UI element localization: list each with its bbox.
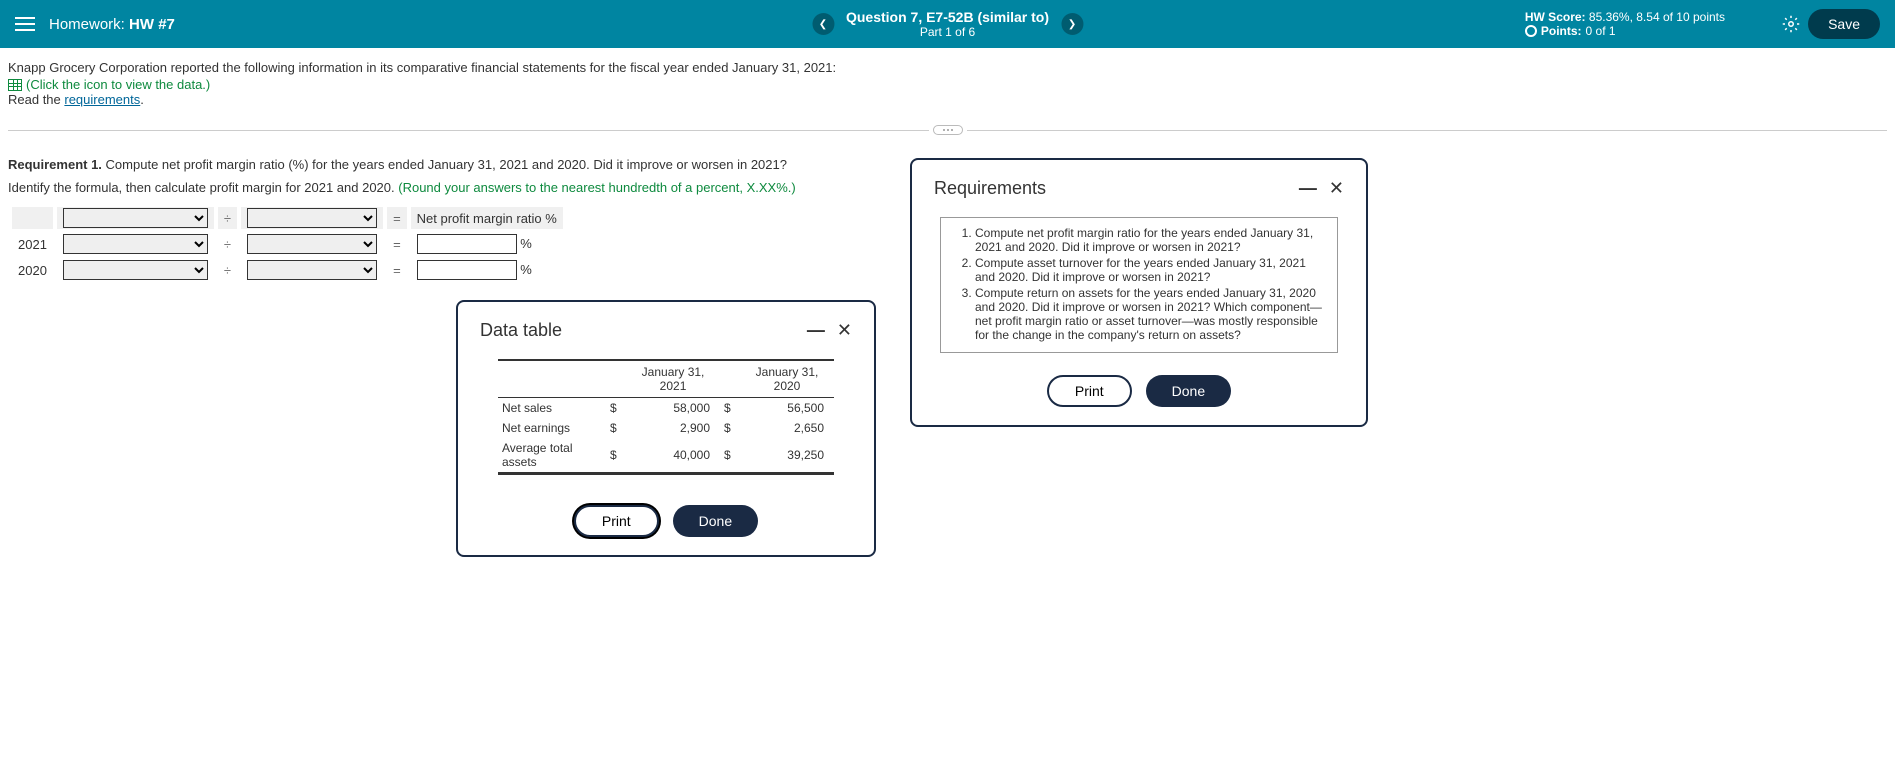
row-netsales: Net sales [498,398,606,419]
print-button[interactable]: Print [574,505,659,537]
req-item-3: Compute return on assets for the years e… [975,286,1327,342]
requirements-link[interactable]: requirements [64,92,140,107]
numerator-select[interactable] [63,208,208,228]
read-requirements-line: Read the requirements. [8,92,1887,107]
result-2021-input[interactable] [417,234,517,254]
denominator-select[interactable] [247,208,377,228]
question-title: Question 7, E7-52B (similar to) [846,9,1049,25]
expand-icon[interactable] [933,125,963,135]
numerator-2020-select[interactable] [63,260,208,280]
row-2020-label: 2020 [12,259,53,281]
next-question-button[interactable]: ❯ [1061,13,1083,35]
section-divider [8,125,1887,135]
close-icon[interactable]: ✕ [837,320,852,341]
col-2021-header: January 31, 2021 [626,361,720,398]
prev-question-button[interactable]: ❮ [812,13,834,35]
print-button[interactable]: Print [1047,375,1132,407]
question-part: Part 1 of 6 [846,25,1049,39]
homework-title: Homework: HW #7 [49,16,175,33]
question-nav: ❮ Question 7, E7-52B (similar to) Part 1… [812,9,1083,39]
row-2021-label: 2021 [12,233,53,255]
requirements-title: Requirements [934,178,1046,199]
save-button[interactable]: Save [1808,9,1880,39]
requirements-list: Compute net profit margin ratio for the … [940,217,1338,353]
problem-intro: Knapp Grocery Corporation reported the f… [8,60,1887,75]
score-info: HW Score: 85.36%, 8.54 of 10 points Poin… [1525,10,1725,38]
app-header: Homework: HW #7 ❮ Question 7, E7-52B (si… [0,0,1895,48]
row-avgassets: Average total assets [498,438,606,473]
minimize-icon[interactable]: — [1299,178,1315,199]
close-icon[interactable]: ✕ [1329,178,1344,199]
col-2020-header: January 31, 2020 [740,361,834,398]
data-table-title: Data table [480,320,562,341]
denominator-2020-select[interactable] [247,260,377,280]
done-button[interactable]: Done [1146,375,1231,407]
grid-icon [8,79,22,91]
formula-table: ÷ = Net profit margin ratio % 2021 ÷ = %… [8,203,567,285]
data-table-popup: Data table — ✕ January 31, 2021 January … [456,300,876,557]
gear-icon[interactable] [1782,15,1800,33]
req-item-2: Compute asset turnover for the years end… [975,256,1327,284]
points-icon [1525,25,1537,37]
req-item-1: Compute net profit margin ratio for the … [975,226,1327,254]
menu-icon[interactable] [15,17,35,31]
denominator-2021-select[interactable] [247,234,377,254]
numerator-2021-select[interactable] [63,234,208,254]
formula-result-label: Net profit margin ratio % [411,207,563,229]
done-button[interactable]: Done [673,505,758,537]
requirements-popup: Requirements — ✕ Compute net profit marg… [910,158,1368,427]
row-netearnings: Net earnings [498,418,606,438]
result-2020-input[interactable] [417,260,517,280]
minimize-icon[interactable]: — [807,320,823,341]
view-data-link[interactable]: (Click the icon to view the data.) [8,77,1887,92]
